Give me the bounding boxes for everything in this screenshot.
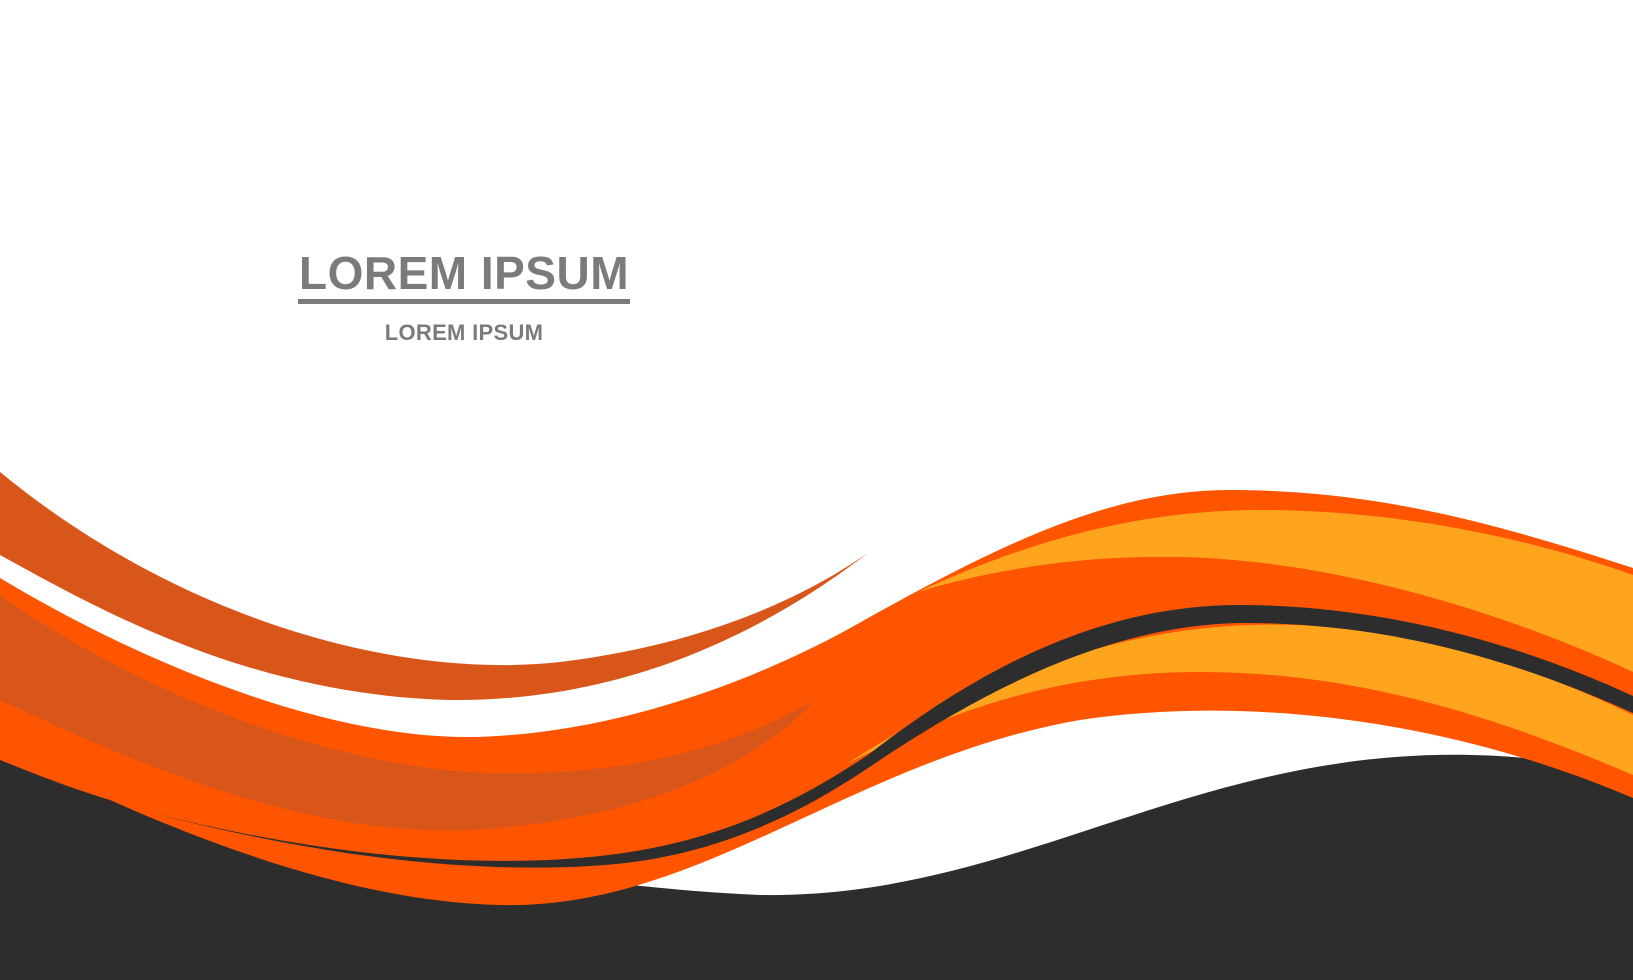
headline-underline: [298, 299, 630, 304]
subline: LOREM IPSUM: [384, 320, 544, 345]
headline: LOREM IPSUM: [298, 247, 630, 299]
banner-canvas: LOREM IPSUM LOREM IPSUM: [0, 0, 1633, 980]
title-block: LOREM IPSUM LOREM IPSUM: [298, 248, 630, 346]
wave-artwork: [0, 472, 1633, 980]
